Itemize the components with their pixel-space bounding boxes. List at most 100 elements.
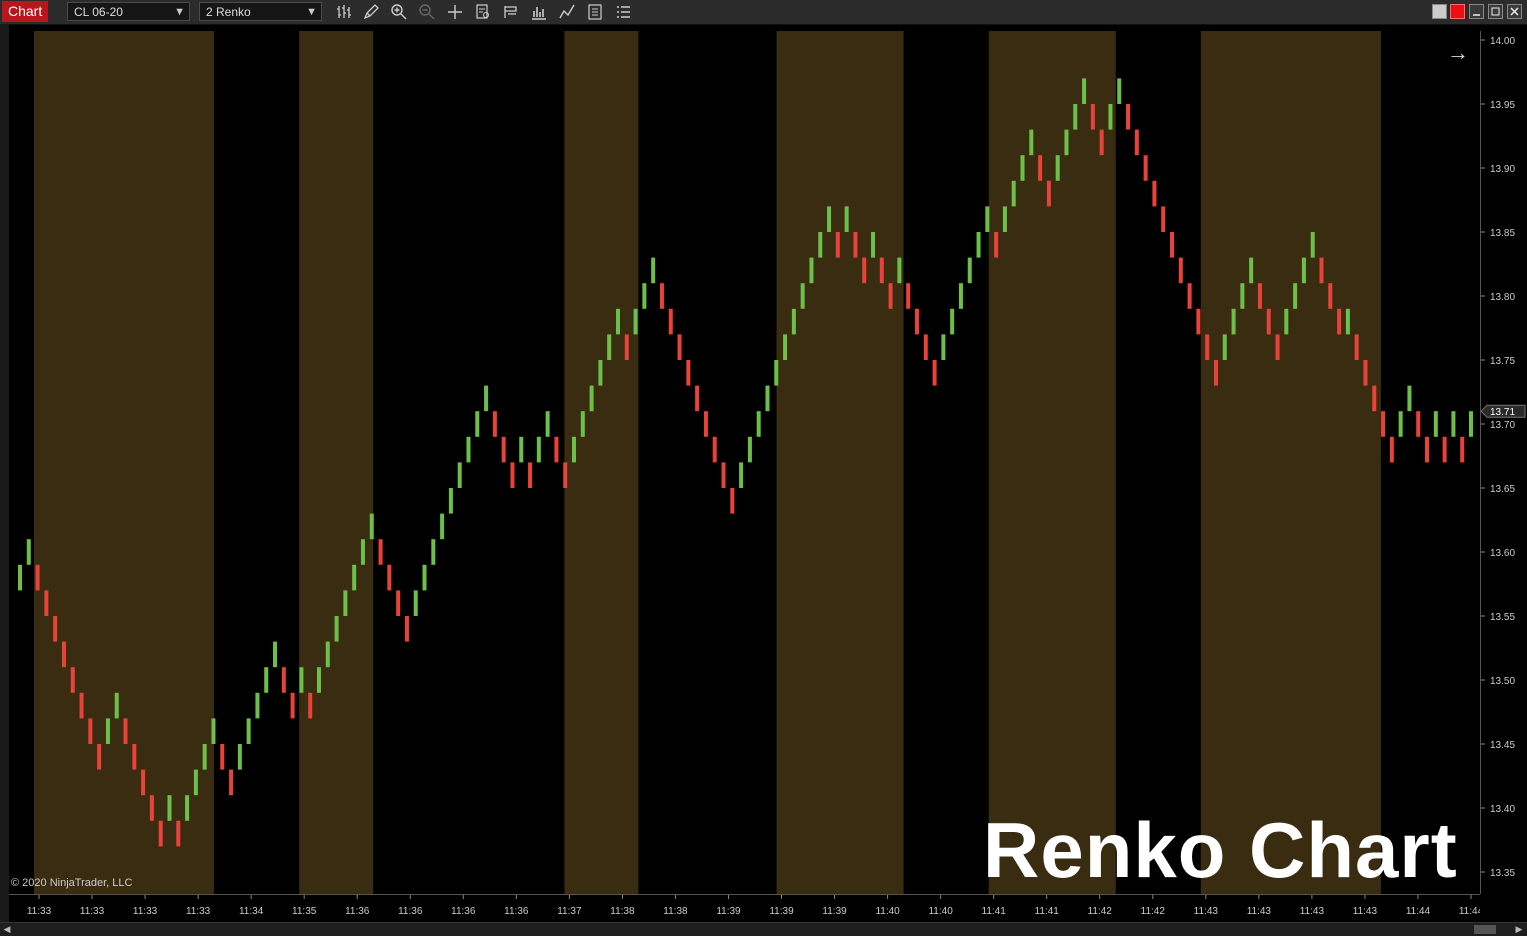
up-brick xyxy=(448,488,453,514)
up-brick xyxy=(273,641,278,668)
data-box-icon[interactable] xyxy=(474,3,492,21)
time-axis-svg: 11:33 11:33 11:33 11:33 11:34 11:35 11:36 11:36… xyxy=(27,895,1484,917)
down-brick xyxy=(88,718,93,744)
draw-pencil-icon[interactable] xyxy=(362,3,380,21)
maximize-icon[interactable] xyxy=(1488,4,1503,19)
down-brick xyxy=(1389,436,1394,463)
time-tick-label: 11:33 xyxy=(80,906,105,917)
down-brick xyxy=(659,283,664,309)
down-brick xyxy=(132,744,137,770)
instrument-selector[interactable]: CL 06-20 ▼ xyxy=(67,2,190,21)
down-brick xyxy=(35,564,40,591)
down-brick xyxy=(61,641,66,668)
current-price-marker: 13.71 xyxy=(1480,404,1526,418)
bar-style-icon[interactable] xyxy=(335,3,353,21)
down-brick xyxy=(668,308,673,335)
down-brick xyxy=(229,769,234,796)
up-brick xyxy=(1451,411,1456,437)
time-tick-label: 11:44 xyxy=(1406,906,1431,917)
bar-type-selector[interactable]: 2 Renko ▼ xyxy=(199,2,322,21)
price-axis[interactable]: 14.00 13.95 13.90 13.85 13.80 13.75 13.70 13.65… xyxy=(1480,31,1527,894)
down-brick xyxy=(721,462,726,488)
up-brick xyxy=(1301,257,1306,284)
time-axis[interactable]: 11:33 11:33 11:33 11:33 11:34 11:35 11:36 11:36… xyxy=(9,894,1484,922)
up-brick xyxy=(457,462,462,488)
session-bands xyxy=(34,31,1381,894)
up-brick xyxy=(1284,308,1289,335)
price-tick-label: 14.00 xyxy=(1490,36,1515,47)
up-brick xyxy=(202,744,207,770)
bar-type-label: 2 Renko xyxy=(206,5,251,19)
zoom-in-icon[interactable] xyxy=(390,3,408,21)
time-tick-label: 11:41 xyxy=(1035,906,1060,917)
down-brick xyxy=(70,667,75,693)
up-brick xyxy=(369,513,374,540)
up-brick xyxy=(1433,411,1438,437)
close-red-icon[interactable] xyxy=(1450,4,1465,19)
up-brick xyxy=(545,411,550,437)
up-brick xyxy=(941,334,946,360)
time-tick-label: 11:38 xyxy=(663,906,688,917)
up-brick xyxy=(316,667,321,693)
down-brick xyxy=(853,232,858,258)
session-band xyxy=(988,31,1116,894)
up-brick xyxy=(519,436,524,463)
crosshair-icon[interactable] xyxy=(446,3,464,21)
down-brick xyxy=(932,360,937,386)
up-brick xyxy=(651,257,656,284)
minimize-icon[interactable] xyxy=(1469,4,1484,19)
price-tick-label: 13.45 xyxy=(1490,740,1515,751)
link-icon[interactable] xyxy=(1432,4,1447,19)
down-brick xyxy=(1266,308,1271,335)
time-frame-icon[interactable] xyxy=(502,3,520,21)
zoom-out-icon[interactable] xyxy=(418,3,436,21)
up-brick xyxy=(844,206,849,232)
up-brick xyxy=(466,436,471,463)
down-brick xyxy=(1213,360,1218,386)
scrollbar-thumb[interactable] xyxy=(1474,925,1496,934)
down-brick xyxy=(176,820,181,847)
up-brick xyxy=(211,718,216,744)
time-tick-label: 11:44 xyxy=(1459,906,1480,917)
arrow-right-icon[interactable]: → xyxy=(1447,40,1469,66)
time-tick-label: 11:43 xyxy=(1300,906,1325,917)
price-tick-label: 13.70 xyxy=(1490,420,1515,431)
up-brick xyxy=(167,795,172,821)
object-list-icon[interactable] xyxy=(614,3,632,21)
down-brick xyxy=(1275,334,1280,360)
scroll-right-icon[interactable]: ▶ xyxy=(1514,924,1524,935)
down-brick xyxy=(79,692,84,719)
up-brick xyxy=(1469,411,1473,437)
horizontal-scrollbar[interactable]: ◀ ▶ xyxy=(0,922,1527,936)
down-brick xyxy=(492,411,497,437)
down-brick xyxy=(1442,436,1447,463)
session-band xyxy=(34,31,215,894)
up-brick xyxy=(1222,334,1227,360)
strategies-icon[interactable] xyxy=(558,3,576,21)
properties-icon[interactable] xyxy=(586,3,604,21)
down-brick xyxy=(563,462,568,488)
renko-chart-svg xyxy=(18,31,1473,894)
down-brick xyxy=(1134,129,1139,156)
down-brick xyxy=(1205,334,1210,360)
up-brick xyxy=(1002,206,1007,232)
time-tick-label: 11:41 xyxy=(982,906,1007,917)
up-brick xyxy=(246,718,251,744)
up-brick xyxy=(572,436,577,463)
session-band xyxy=(776,31,904,894)
chevron-down-icon: ▼ xyxy=(306,6,317,18)
chart-plot-area[interactable] xyxy=(9,31,1480,894)
down-brick xyxy=(1460,436,1465,463)
up-brick xyxy=(193,769,198,796)
up-brick xyxy=(422,564,427,591)
time-tick-label: 11:43 xyxy=(1194,906,1219,917)
up-brick xyxy=(739,462,744,488)
up-brick xyxy=(26,539,31,565)
chart-tab[interactable]: Chart xyxy=(2,1,49,22)
down-brick xyxy=(290,692,295,719)
close-icon[interactable] xyxy=(1507,4,1522,19)
scroll-left-icon[interactable]: ◀ xyxy=(2,924,12,935)
time-tick-label: 11:39 xyxy=(769,906,794,917)
indicators-icon[interactable] xyxy=(530,3,548,21)
down-brick xyxy=(501,436,506,463)
